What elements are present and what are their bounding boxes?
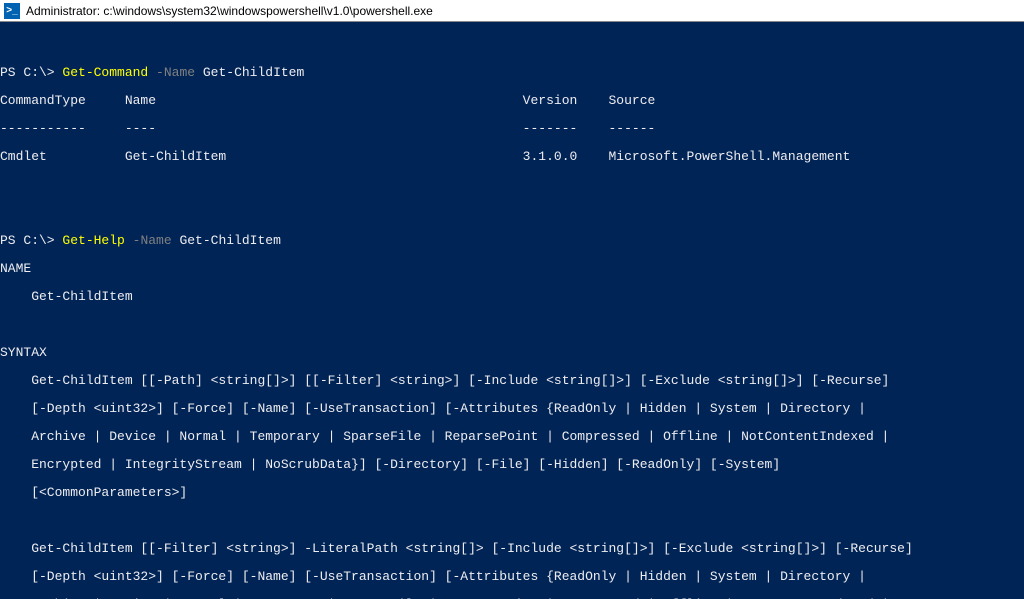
help-syntax-line: [<CommonParameters>] <box>0 486 1024 500</box>
help-name-header: NAME <box>0 262 1024 276</box>
help-syntax-header: SYNTAX <box>0 346 1024 360</box>
window-titlebar[interactable]: >_ Administrator: c:\windows\system32\wi… <box>0 0 1024 22</box>
powershell-icon: >_ <box>4 3 20 19</box>
help-syntax-line: [-Depth <uint32>] [-Force] [-Name] [-Use… <box>0 570 1024 584</box>
help-syntax-line: [-Depth <uint32>] [-Force] [-Name] [-Use… <box>0 402 1024 416</box>
table-row: Cmdlet Get-ChildItem 3.1.0.0 Microsoft.P… <box>0 150 1024 164</box>
command-line-1: PS C:\> Get-Command -Name Get-ChildItem <box>0 66 1024 80</box>
help-syntax-line: Get-ChildItem [[-Filter] <string>] -Lite… <box>0 542 1024 556</box>
help-syntax-line: Encrypted | IntegrityStream | NoScrubDat… <box>0 458 1024 472</box>
table-header: CommandType Name Version Source <box>0 94 1024 108</box>
help-syntax-line: Archive | Device | Normal | Temporary | … <box>0 430 1024 444</box>
window-title: Administrator: c:\windows\system32\windo… <box>26 4 433 18</box>
command-line-2: PS C:\> Get-Help -Name Get-ChildItem <box>0 234 1024 248</box>
help-syntax-line: Get-ChildItem [[-Path] <string[]>] [[-Fi… <box>0 374 1024 388</box>
table-header-underline: ----------- ---- ------- ------ <box>0 122 1024 136</box>
terminal-output[interactable]: PS C:\> Get-Command -Name Get-ChildItem … <box>0 22 1024 599</box>
help-name-value: Get-ChildItem <box>0 290 1024 304</box>
